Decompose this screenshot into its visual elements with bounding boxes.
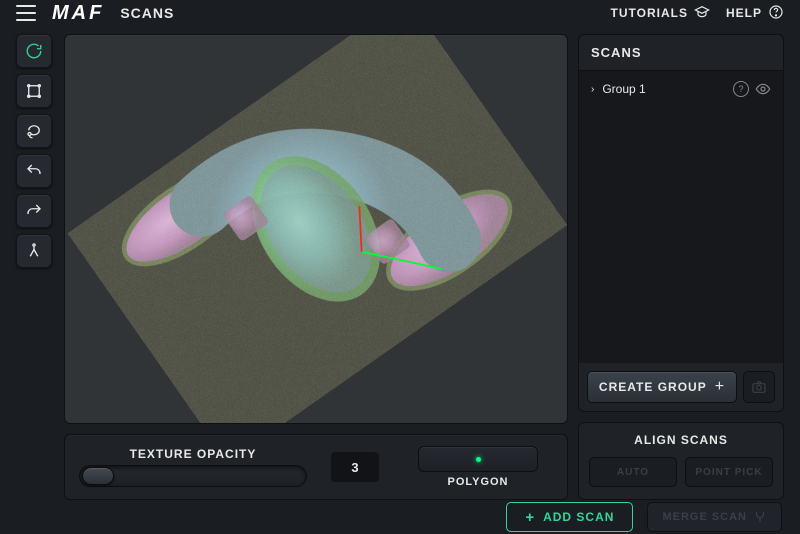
app-header: MAF SCANS TUTORIALS HELP bbox=[0, 0, 800, 26]
add-scan-button[interactable]: + ADD SCAN bbox=[506, 502, 633, 532]
help-link[interactable]: HELP bbox=[726, 4, 784, 23]
page-title: SCANS bbox=[120, 5, 174, 21]
undo-button[interactable] bbox=[16, 154, 52, 188]
eye-icon[interactable] bbox=[755, 81, 771, 97]
texture-opacity-value[interactable]: 3 bbox=[331, 452, 379, 482]
tool-rail bbox=[16, 34, 54, 500]
3d-viewport[interactable] bbox=[64, 34, 568, 424]
scan-group-item[interactable]: › Group 1 ? bbox=[591, 81, 771, 97]
align-point-pick-button[interactable]: POINT PICK bbox=[685, 457, 773, 487]
merge-icon bbox=[753, 510, 767, 524]
align-scans-panel: ALIGN SCANS AUTO POINT PICK bbox=[578, 422, 784, 500]
scans-panel-title: SCANS bbox=[579, 35, 783, 71]
snapshot-button[interactable] bbox=[743, 371, 775, 403]
plus-icon: + bbox=[715, 378, 725, 396]
group-label: Group 1 bbox=[602, 82, 645, 96]
slider-thumb[interactable] bbox=[82, 467, 114, 485]
lasso-tool[interactable] bbox=[16, 114, 52, 148]
graduation-cap-icon bbox=[694, 4, 710, 23]
texture-opacity-label: TEXTURE OPACITY bbox=[79, 447, 307, 461]
help-label: HELP bbox=[726, 6, 762, 20]
menu-icon[interactable] bbox=[16, 5, 36, 21]
align-auto-button[interactable]: AUTO bbox=[589, 457, 677, 487]
logo: MAF bbox=[52, 2, 104, 25]
merge-scan-button[interactable]: MERGE SCAN bbox=[647, 502, 782, 532]
question-circle-icon bbox=[768, 4, 784, 23]
help-icon[interactable]: ? bbox=[733, 81, 749, 97]
chevron-right-icon: › bbox=[591, 84, 594, 95]
bottom-action-bar: + ADD SCAN MERGE SCAN bbox=[0, 500, 800, 534]
render-mode-label: POLYGON bbox=[403, 476, 553, 488]
rectangle-select-tool[interactable] bbox=[16, 74, 52, 108]
render-mode-toggle[interactable] bbox=[418, 446, 538, 472]
scans-panel: SCANS › Group 1 ? CREATE GROUP + bbox=[578, 34, 784, 412]
plus-icon: + bbox=[525, 509, 535, 526]
orbit-tool[interactable] bbox=[16, 34, 52, 68]
camera-icon bbox=[751, 379, 767, 395]
align-scans-title: ALIGN SCANS bbox=[589, 433, 773, 447]
viewport-footer: TEXTURE OPACITY 3 POLYGON bbox=[64, 434, 568, 500]
tutorials-link[interactable]: TUTORIALS bbox=[611, 4, 710, 23]
redo-button[interactable] bbox=[16, 194, 52, 228]
measure-tool[interactable] bbox=[16, 234, 52, 268]
texture-opacity-slider[interactable] bbox=[79, 465, 307, 487]
scanned-model bbox=[65, 35, 567, 423]
create-group-button[interactable]: CREATE GROUP + bbox=[587, 371, 737, 403]
tutorials-label: TUTORIALS bbox=[611, 6, 688, 20]
